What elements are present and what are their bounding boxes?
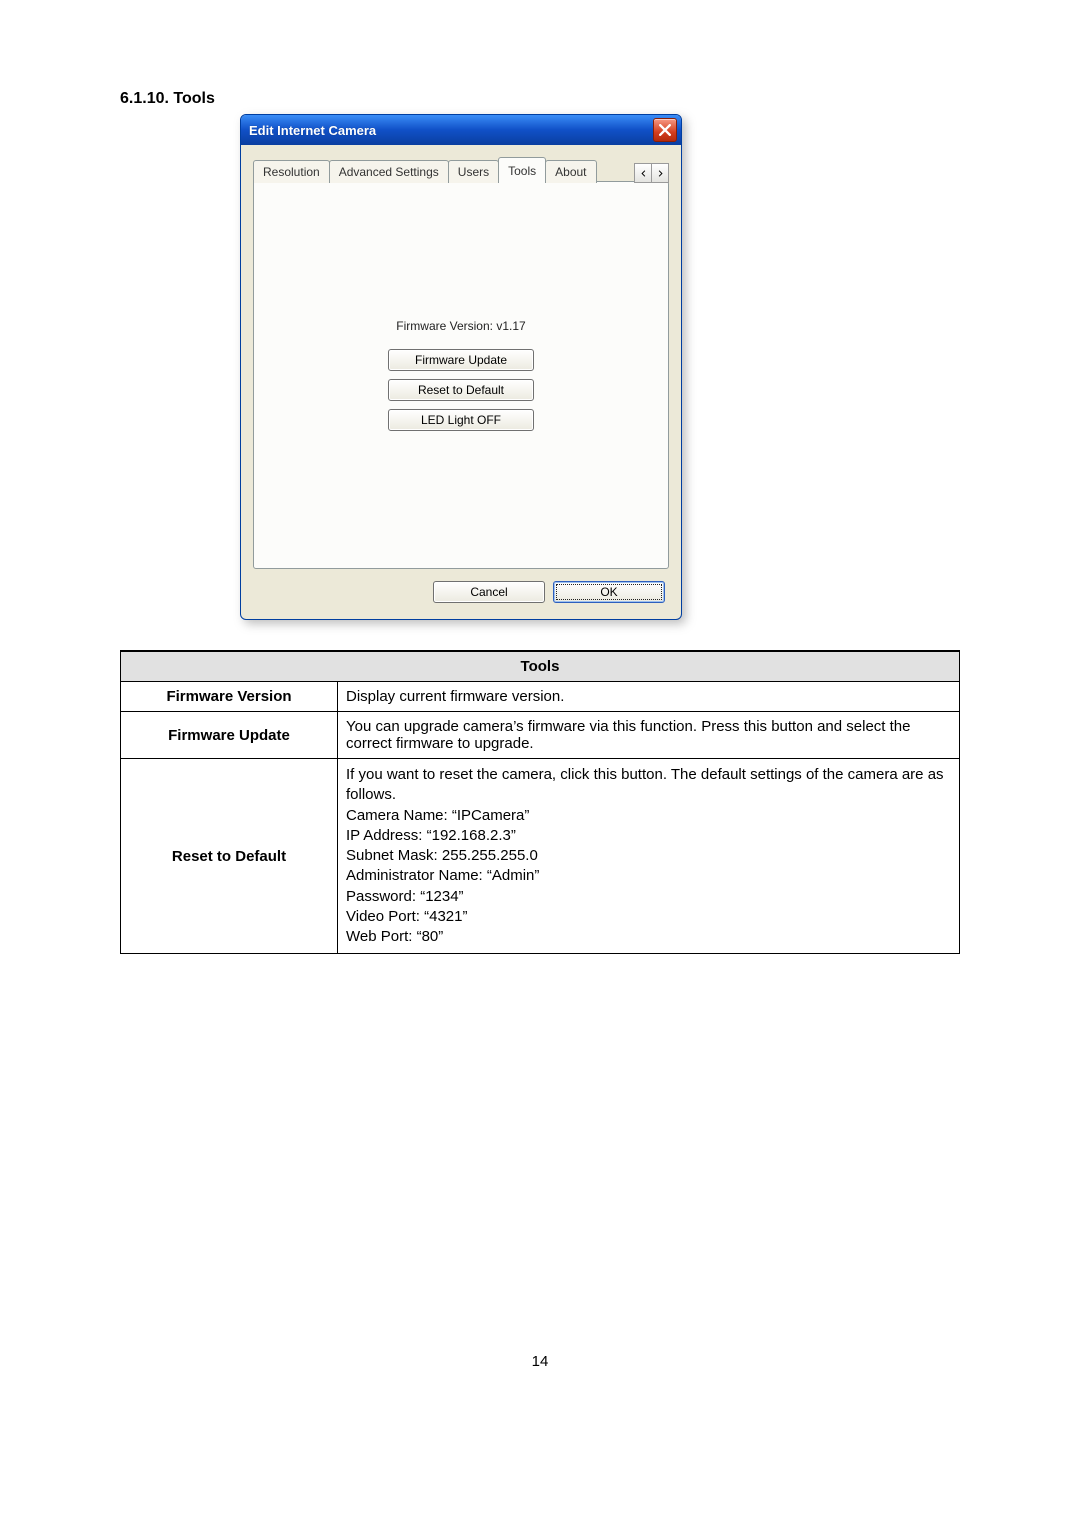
cancel-button[interactable]: Cancel <box>433 581 545 603</box>
close-icon <box>659 124 671 136</box>
firmware-version-label: Firmware Version: v1.17 <box>396 319 525 333</box>
row-value-firmware-version: Display current firmware version. <box>338 682 960 712</box>
tab-tools[interactable]: Tools <box>498 157 546 182</box>
titlebar: Edit Internet Camera <box>241 115 681 145</box>
page-number: 14 <box>0 1353 1080 1370</box>
dialog-title: Edit Internet Camera <box>249 123 653 138</box>
tab-scroll-right[interactable] <box>651 163 669 183</box>
firmware-update-button[interactable]: Firmware Update <box>388 349 534 371</box>
tab-scroll-buttons <box>634 163 669 183</box>
table-row: Firmware Update You can upgrade camera’s… <box>121 712 960 759</box>
table-row: Reset to Default If you want to reset th… <box>121 759 960 954</box>
tab-about[interactable]: About <box>545 160 596 183</box>
tab-scroll-left[interactable] <box>634 163 651 183</box>
chevron-right-icon <box>657 170 664 177</box>
tabs-bar: Resolution Advanced Settings Users Tools… <box>253 157 669 182</box>
row-label-reset-default: Reset to Default <box>121 759 338 954</box>
dialog-screenshot: Edit Internet Camera Resolution Advanced… <box>240 114 960 620</box>
row-label-firmware-version: Firmware Version <box>121 682 338 712</box>
table-row: Firmware Version Display current firmwar… <box>121 682 960 712</box>
section-heading: 6.1.10. Tools <box>120 90 960 108</box>
table-header: Tools <box>121 651 960 682</box>
tab-page-tools: Firmware Version: v1.17 Firmware Update … <box>253 181 669 569</box>
close-button[interactable] <box>653 118 677 142</box>
chevron-left-icon <box>640 170 647 177</box>
row-value-firmware-update: You can upgrade camera’s firmware via th… <box>338 712 960 759</box>
row-label-firmware-update: Firmware Update <box>121 712 338 759</box>
edit-internet-camera-dialog: Edit Internet Camera Resolution Advanced… <box>240 114 682 620</box>
tab-resolution[interactable]: Resolution <box>253 160 330 183</box>
led-light-off-button[interactable]: LED Light OFF <box>388 409 534 431</box>
dialog-footer: Cancel OK <box>253 569 669 605</box>
row-value-reset-default: If you want to reset the camera, click t… <box>338 759 960 954</box>
tab-advanced-settings[interactable]: Advanced Settings <box>329 160 449 183</box>
ok-button[interactable]: OK <box>553 581 665 603</box>
tools-description-table: Tools Firmware Version Display current f… <box>120 650 960 954</box>
tab-users[interactable]: Users <box>448 160 499 183</box>
reset-to-default-button[interactable]: Reset to Default <box>388 379 534 401</box>
